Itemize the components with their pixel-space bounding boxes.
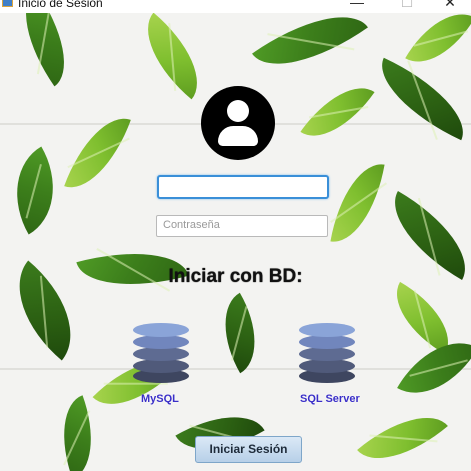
sqlserver-database-icon[interactable]	[299, 323, 355, 383]
maximize-button[interactable]: ☐	[385, 0, 429, 12]
password-input[interactable]: Contraseña	[156, 215, 328, 237]
db-heading: Iniciar con BD:	[168, 266, 303, 287]
background-image	[0, 13, 471, 471]
login-button[interactable]: Iniciar Sesión	[195, 436, 302, 463]
mysql-database-icon[interactable]	[133, 323, 189, 383]
title-bar: Inicio de Sesión — ☐ ✕	[0, 0, 471, 13]
username-input[interactable]	[157, 175, 329, 199]
close-button[interactable]: ✕	[428, 0, 471, 12]
user-avatar-icon	[201, 86, 275, 160]
mysql-label[interactable]: MySQL	[141, 393, 179, 405]
app-icon	[2, 0, 13, 7]
sqlserver-label[interactable]: SQL Server	[300, 393, 360, 405]
window-title: Inicio de Sesión	[18, 0, 103, 10]
minimize-button[interactable]: —	[335, 0, 379, 12]
